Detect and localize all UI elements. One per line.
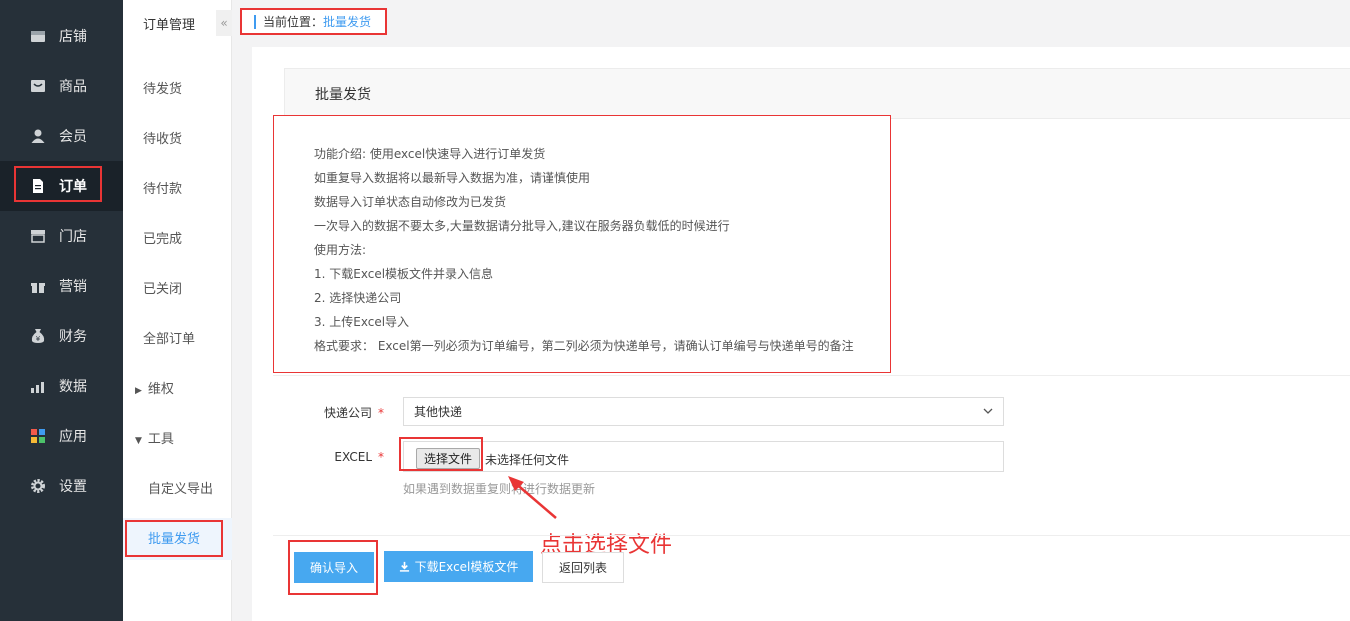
highlight-box-batch-ship xyxy=(125,520,223,557)
highlight-box-order xyxy=(14,166,102,202)
subnav-title: 订单管理 xyxy=(143,18,196,33)
svg-text:¥: ¥ xyxy=(36,335,41,343)
download-icon xyxy=(399,561,409,572)
main-sidebar: 店铺 商品 会员 订单 门店 营销 ¥ 财务 数据 应用 设置 xyxy=(0,0,123,621)
user-icon xyxy=(30,128,46,144)
nav-label: 数据 xyxy=(59,379,87,395)
intro-line: 3. 上传Excel导入 xyxy=(314,315,410,329)
collapse-sidebar-icon[interactable]: « xyxy=(216,10,232,36)
sub-item-pending-receive[interactable]: 待收货 xyxy=(143,128,182,147)
nav-label: 财务 xyxy=(59,329,87,345)
sub-item-closed[interactable]: 已关闭 xyxy=(143,278,182,297)
sub-item-pending-ship[interactable]: 待发货 xyxy=(143,78,182,97)
breadcrumb-current[interactable]: 批量发货 xyxy=(323,13,371,30)
nav-item-settings[interactable]: 设置 xyxy=(0,461,123,511)
sub-item-completed[interactable]: 已完成 xyxy=(143,228,182,247)
caret-down-icon: ▼ xyxy=(135,436,142,446)
intro-line: 2. 选择快递公司 xyxy=(314,291,402,305)
highlight-box-choose-file xyxy=(399,437,483,471)
nav-label: 门店 xyxy=(59,229,87,245)
intro-line: 功能介绍: 使用excel快速导入进行订单发货 xyxy=(314,147,546,161)
nav-item-marketing[interactable]: 营销 xyxy=(0,261,123,311)
express-label: 快递公司 * xyxy=(264,404,384,421)
download-template-button[interactable]: 下载Excel模板文件 xyxy=(384,551,533,582)
sub-group-label: 工具 xyxy=(147,432,174,447)
intro-line: 1. 下载Excel模板文件并录入信息 xyxy=(314,267,494,281)
bar-chart-icon xyxy=(30,378,46,394)
nav-item-shop[interactable]: 门店 xyxy=(0,211,123,261)
store-icon xyxy=(30,28,46,44)
express-company-select[interactable]: 其他快递 xyxy=(403,397,1004,426)
breadcrumb-prefix: 当前位置： xyxy=(263,15,324,29)
gear-icon xyxy=(30,478,46,494)
intro-line: 使用方法: xyxy=(314,243,367,257)
sub-item-pending-pay[interactable]: 待付款 xyxy=(143,178,182,197)
caret-right-icon: ▶ xyxy=(135,386,142,396)
nav-item-data[interactable]: 数据 xyxy=(0,361,123,411)
excel-label-text: EXCEL xyxy=(334,450,372,464)
gift-icon xyxy=(30,278,46,294)
express-select-value: 其他快递 xyxy=(414,405,463,419)
annotation-arrow-icon xyxy=(508,476,557,519)
panel-header: 批量发货 xyxy=(284,68,1350,119)
intro-box: 功能介绍: 使用excel快速导入进行订单发货 如重复导入数据将以最新导入数据为… xyxy=(273,115,891,373)
product-icon xyxy=(30,78,46,94)
required-mark: * xyxy=(378,406,384,420)
breadcrumb-bar xyxy=(254,14,256,29)
sub-group-rights[interactable]: ▶ 维权 xyxy=(135,378,174,397)
nav-item-member[interactable]: 会员 xyxy=(0,111,123,161)
express-label-text: 快递公司 xyxy=(323,406,372,420)
divider xyxy=(273,375,1350,376)
excel-label: EXCEL * xyxy=(264,450,384,464)
panel-title: 批量发货 xyxy=(315,86,371,103)
nav-item-apps[interactable]: 应用 xyxy=(0,411,123,461)
nav-label: 应用 xyxy=(59,429,87,445)
nav-item-finance[interactable]: ¥ 财务 xyxy=(0,311,123,361)
intro-line: 如重复导入数据将以最新导入数据为准，请谨慎使用 xyxy=(314,171,591,185)
intro-line: 格式要求： Excel第一列必须为订单编号，第二列必须为快递单号，请确认订单编号… xyxy=(314,339,854,353)
intro-line: 数据导入订单状态自动修改为已发货 xyxy=(314,195,507,209)
file-status-text: 未选择任何文件 xyxy=(485,453,570,467)
sub-group-label: 维权 xyxy=(147,382,174,397)
nav-label: 店铺 xyxy=(59,29,87,45)
apps-grid-icon xyxy=(30,428,46,444)
download-button-label: 下载Excel模板文件 xyxy=(414,560,519,574)
nav-label: 会员 xyxy=(59,129,87,145)
intro-line: 一次导入的数据不要太多,大量数据请分批导入,建议在服务器负载低的时候进行 xyxy=(314,219,730,233)
back-to-list-button[interactable]: 返回列表 xyxy=(542,552,624,583)
divider xyxy=(273,535,1350,536)
required-mark: * xyxy=(378,450,384,464)
chevron-down-icon xyxy=(983,408,993,414)
sub-group-tools[interactable]: ▼ 工具 xyxy=(135,428,174,447)
nav-label: 设置 xyxy=(59,479,87,495)
money-bag-icon: ¥ xyxy=(30,328,46,344)
highlight-box-confirm xyxy=(288,540,378,595)
nav-label: 商品 xyxy=(59,79,87,95)
nav-label: 营销 xyxy=(59,279,87,295)
sub-item-all-orders[interactable]: 全部订单 xyxy=(143,328,195,347)
nav-item-product[interactable]: 商品 xyxy=(0,61,123,111)
shop-icon xyxy=(30,228,46,244)
breadcrumb: 当前位置： 批量发货 xyxy=(240,8,387,35)
nav-item-store[interactable]: 店铺 xyxy=(0,11,123,61)
sub-item-custom-export[interactable]: 自定义导出 xyxy=(148,478,213,497)
